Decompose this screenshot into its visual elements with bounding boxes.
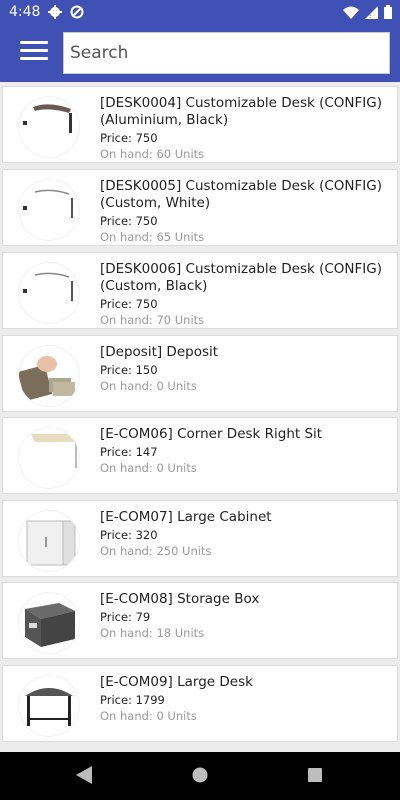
product-price: Price: 150 [100, 363, 158, 377]
cell-signal-icon: ! [365, 5, 378, 19]
product-card[interactable]: [E-COM08] Storage Box Price: 79 On hand:… [2, 582, 398, 659]
app-bar [0, 24, 400, 82]
large-desk-image [19, 676, 79, 736]
product-card[interactable]: [E-COM09] Large Desk Price: 1799 On hand… [2, 665, 398, 742]
menu-icon-line [20, 41, 48, 44]
product-price: Price: 1799 [100, 693, 165, 707]
product-stock: On hand: 18 Units [100, 626, 205, 640]
desk-white-image [19, 180, 79, 240]
desk-black-top-image [19, 97, 79, 157]
product-card[interactable]: [E-COM06] Corner Desk Right Sit Price: 1… [2, 417, 398, 494]
product-title: [E-COM06] Corner Desk Right Sit [100, 426, 323, 442]
svg-text:!: ! [369, 11, 371, 19]
product-card[interactable]: [DESK0006] Customizable Desk (CONFIG) (C… [2, 252, 398, 329]
cash-image [19, 346, 79, 406]
product-price: Price: 750 [100, 297, 158, 311]
cabinet-image [19, 511, 79, 571]
product-stock: On hand: 0 Units [100, 709, 197, 723]
product-title: [E-COM09] Large Desk [100, 674, 253, 690]
search-input[interactable] [63, 32, 390, 74]
battery-icon [384, 5, 392, 19]
product-stock: On hand: 70 Units [100, 313, 205, 327]
product-price: Price: 147 [100, 445, 158, 459]
product-stock: On hand: 0 Units [100, 379, 197, 393]
home-icon[interactable] [192, 767, 208, 783]
status-time: 4:48 [9, 4, 41, 20]
product-stock: On hand: 65 Units [100, 230, 205, 244]
product-price: Price: 750 [100, 131, 158, 145]
menu-button[interactable] [20, 41, 48, 65]
recents-icon[interactable] [308, 768, 322, 782]
product-stock: On hand: 60 Units [100, 147, 205, 161]
product-price: Price: 79 [100, 610, 151, 624]
product-title: [Deposit] Deposit [100, 344, 219, 360]
product-title: [E-COM07] Large Cabinet [100, 509, 272, 525]
back-icon[interactable] [76, 766, 92, 784]
corner-desk-image [19, 428, 79, 488]
product-price: Price: 320 [100, 528, 158, 542]
status-bar: 4:48 ! [0, 0, 400, 24]
product-card[interactable]: [Deposit] Deposit Price: 150 On hand: 0 … [2, 335, 398, 412]
sync-icon [70, 5, 84, 19]
product-title: [DESK0006] Customizable Desk (CONFIG) (C… [100, 261, 383, 294]
product-card[interactable]: [DESK0005] Customizable Desk (CONFIG) (C… [2, 169, 398, 246]
product-card[interactable]: [DESK0004] Customizable Desk (CONFIG) (A… [2, 86, 398, 163]
navigation-bar [0, 752, 400, 800]
desk-white-image [19, 263, 79, 323]
product-stock: On hand: 0 Units [100, 461, 197, 475]
storage-box-image [19, 593, 79, 653]
product-title: [E-COM08] Storage Box [100, 591, 260, 607]
product-stock: On hand: 250 Units [100, 544, 212, 558]
product-title: [DESK0005] Customizable Desk (CONFIG) (C… [100, 178, 383, 211]
product-price: Price: 750 [100, 214, 158, 228]
product-title: [DESK0004] Customizable Desk (CONFIG) (A… [100, 95, 383, 128]
product-card[interactable]: [E-COM07] Large Cabinet Price: 320 On ha… [2, 500, 398, 577]
settings-gear-icon [48, 5, 62, 19]
wifi-icon [343, 6, 359, 19]
